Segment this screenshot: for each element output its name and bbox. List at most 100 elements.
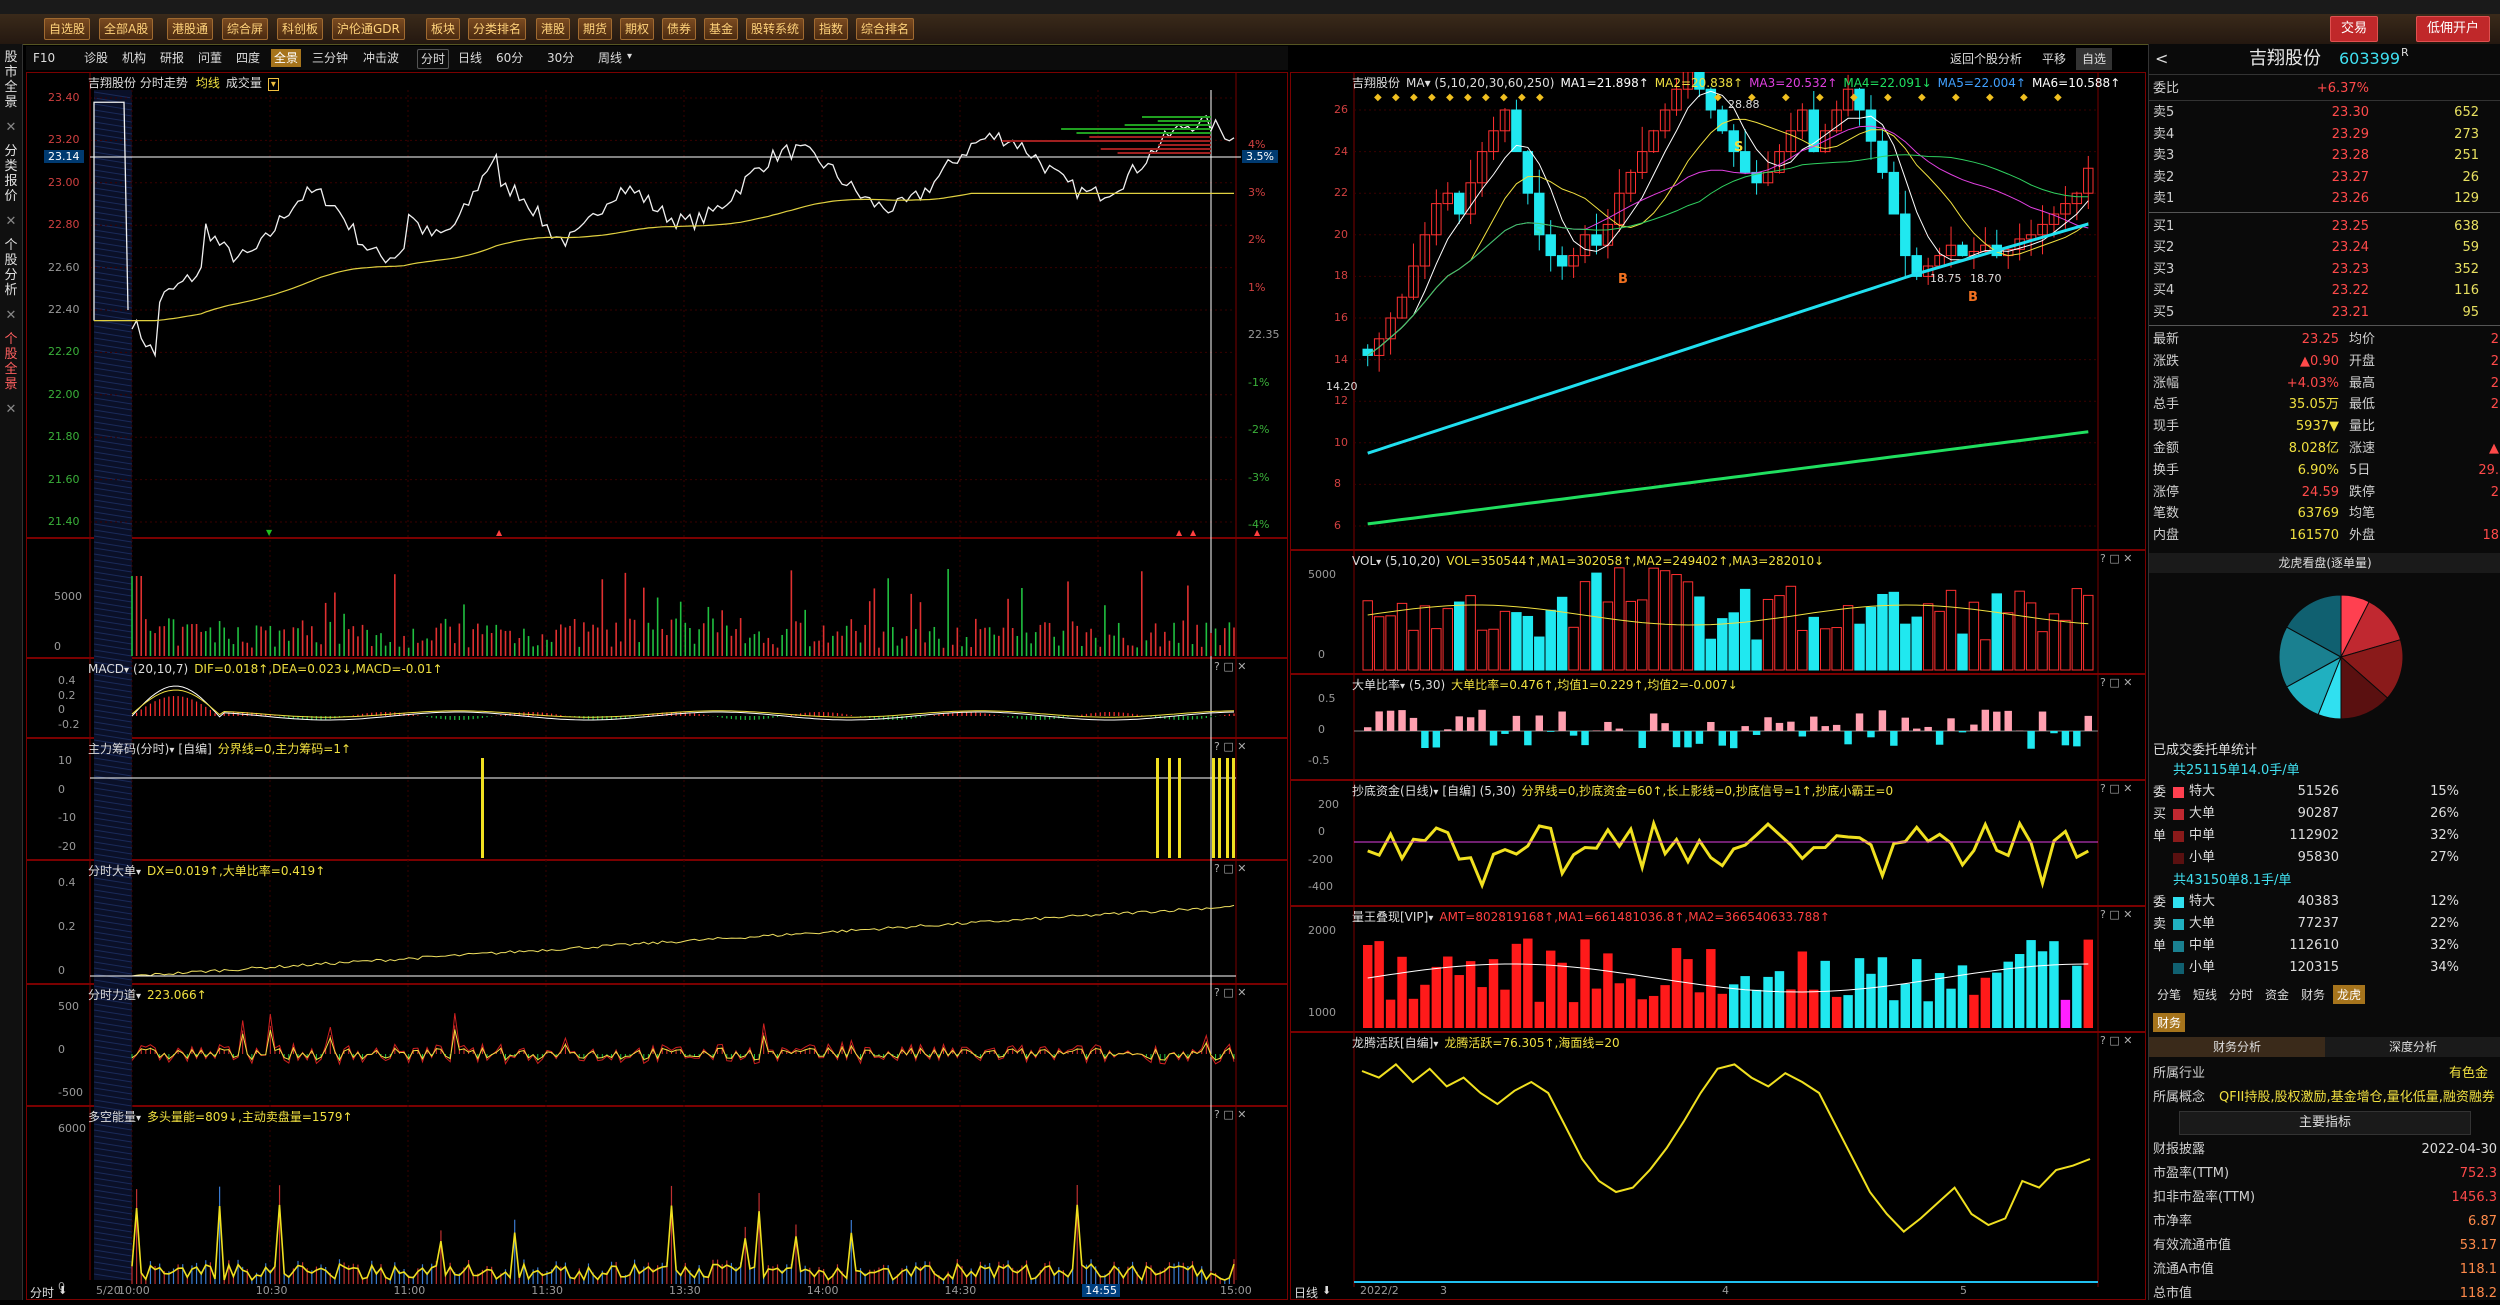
ma-params[interactable]: MA▾ (5,10,20,30,60,250) bbox=[1406, 76, 1554, 90]
panel-controls[interactable]: ? □ ✕ bbox=[1214, 740, 1246, 753]
vertical-tab[interactable]: 个股分析 bbox=[2, 238, 20, 298]
toolbar-button[interactable]: 全景 bbox=[271, 49, 301, 67]
quote-tab[interactable]: 分笔 bbox=[2153, 985, 2185, 1004]
period-selector[interactable]: 日线 bbox=[1294, 1284, 1318, 1301]
open-account-button[interactable]: 低佣开户 bbox=[2416, 16, 2490, 42]
menu-item[interactable]: 沪伦通GDR bbox=[332, 18, 405, 40]
period-selector[interactable]: 分时 bbox=[30, 1284, 54, 1301]
menu-item[interactable]: 自选股 bbox=[44, 18, 90, 40]
indicator-name[interactable]: 多空能量 bbox=[88, 1110, 136, 1124]
vertical-tab[interactable]: 分类报价 bbox=[2, 144, 20, 204]
indicator-name[interactable]: 分时力道 bbox=[88, 988, 136, 1002]
fin-subtab[interactable]: 财务分析 bbox=[2149, 1037, 2325, 1057]
panel-controls[interactable]: ? □ ✕ bbox=[1214, 862, 1246, 875]
dropdown-icon[interactable]: ▾ bbox=[268, 78, 279, 91]
chevron-down-icon[interactable]: ▾ bbox=[627, 51, 632, 62]
trade-button[interactable]: 交易 bbox=[2330, 16, 2378, 42]
chevron-down-icon[interactable]: ▾ bbox=[124, 665, 129, 676]
quote-tab[interactable]: 短线 bbox=[2189, 985, 2221, 1004]
menu-item[interactable]: 港股通 bbox=[167, 18, 213, 40]
chevron-down-icon[interactable]: ▾ bbox=[1433, 787, 1438, 798]
indicator-name[interactable]: 量王叠现[VIP] bbox=[1352, 910, 1428, 924]
menu-item[interactable]: 期权 bbox=[620, 18, 654, 40]
toolbar-button[interactable]: 三分钟 bbox=[309, 49, 351, 67]
chevron-down-icon[interactable]: ▾ bbox=[169, 745, 174, 756]
menu-item[interactable]: 指数 bbox=[814, 18, 848, 40]
menu-item[interactable]: 债券 bbox=[662, 18, 696, 40]
toolbar-button[interactable]: 30分 bbox=[544, 49, 577, 67]
menu-item[interactable]: 板块 bbox=[426, 18, 460, 40]
panel-controls[interactable]: ? □ ✕ bbox=[2100, 676, 2132, 689]
indicator-name[interactable]: 分时大单 bbox=[88, 864, 136, 878]
close-icon[interactable]: ✕ bbox=[2, 308, 20, 323]
indicator-name[interactable]: 大单比率 bbox=[1352, 678, 1400, 692]
vertical-tab[interactable]: 股市全景 bbox=[2, 50, 20, 110]
menu-item[interactable]: 期货 bbox=[578, 18, 612, 40]
toolbar-button[interactable]: 四度 bbox=[233, 49, 263, 67]
bid-row[interactable]: 买123.25638 bbox=[2149, 216, 2500, 238]
menu-item[interactable]: 综合屏 bbox=[222, 18, 268, 40]
ask-row[interactable]: 卖223.2726 bbox=[2149, 167, 2500, 189]
indicator-name[interactable]: 主力筹码(分时) bbox=[88, 742, 169, 756]
flat-button[interactable]: 平移 bbox=[2042, 48, 2066, 70]
chevron-down-icon[interactable]: ▾ bbox=[136, 991, 141, 1002]
back-chevron-icon[interactable]: < bbox=[2155, 44, 2168, 74]
menu-item[interactable]: 基金 bbox=[704, 18, 738, 40]
panel-controls[interactable]: ? □ ✕ bbox=[2100, 908, 2132, 921]
self-select-dropdown[interactable]: 自选 bbox=[2076, 48, 2112, 70]
quote-tab[interactable]: 资金 bbox=[2261, 985, 2293, 1004]
ask-row[interactable]: 卖323.28251 bbox=[2149, 145, 2500, 167]
toolbar-button[interactable]: 机构 bbox=[119, 49, 149, 67]
menu-item[interactable]: 综合排名 bbox=[856, 18, 914, 40]
panel-controls[interactable]: ? □ ✕ bbox=[1214, 1108, 1246, 1121]
toolbar-button[interactable]: 60分 bbox=[493, 49, 526, 67]
toolbar-button[interactable]: 周线 bbox=[595, 49, 625, 67]
main-index-button[interactable]: 主要指标 bbox=[2179, 1111, 2471, 1135]
panel-controls[interactable]: ? □ ✕ bbox=[2100, 782, 2132, 795]
bid-row[interactable]: 买523.2195 bbox=[2149, 302, 2500, 324]
panel-controls[interactable]: ? □ ✕ bbox=[2100, 552, 2132, 565]
quote-tab[interactable]: 龙虎 bbox=[2333, 985, 2365, 1004]
panel-controls[interactable]: ? □ ✕ bbox=[1214, 660, 1246, 673]
ask-row[interactable]: 卖523.30652 bbox=[2149, 102, 2500, 124]
chevron-down-icon[interactable]: ▾ bbox=[1400, 681, 1405, 692]
close-icon[interactable]: ✕ bbox=[2, 120, 20, 135]
toolbar-button[interactable]: 分时 bbox=[417, 49, 449, 69]
ask-row[interactable]: 卖123.26129 bbox=[2149, 188, 2500, 210]
toolbar-button[interactable]: 冲击波 bbox=[360, 49, 402, 67]
toolbar-button[interactable]: F10 bbox=[30, 49, 58, 67]
indicator-name[interactable]: VOL bbox=[1352, 554, 1376, 568]
arrow-down-icon[interactable]: ⬇ bbox=[1322, 1284, 1331, 1297]
fin-subtab[interactable]: 深度分析 bbox=[2325, 1037, 2500, 1057]
chevron-down-icon[interactable]: ▾ bbox=[1428, 913, 1433, 924]
close-icon[interactable]: ✕ bbox=[2, 214, 20, 229]
indicator-name[interactable]: 龙腾活跃[自编] bbox=[1352, 1036, 1433, 1050]
menu-item[interactable]: 科创板 bbox=[277, 18, 323, 40]
bid-row[interactable]: 买223.2459 bbox=[2149, 237, 2500, 259]
chevron-down-icon[interactable]: ▾ bbox=[1376, 557, 1381, 568]
toolbar-button[interactable]: 问董 bbox=[195, 49, 225, 67]
panel-controls[interactable]: ? □ ✕ bbox=[2100, 1034, 2132, 1047]
menu-item[interactable]: 港股 bbox=[536, 18, 570, 40]
toolbar-button[interactable]: 研报 bbox=[157, 49, 187, 67]
menu-item[interactable]: 分类排名 bbox=[468, 18, 526, 40]
bid-row[interactable]: 买423.22116 bbox=[2149, 280, 2500, 302]
ask-row[interactable]: 卖423.29273 bbox=[2149, 124, 2500, 146]
vertical-tab[interactable]: 个股全景 bbox=[2, 332, 20, 392]
quote-tab[interactable]: 分时 bbox=[2225, 985, 2257, 1004]
chevron-down-icon[interactable]: ▾ bbox=[1433, 1039, 1438, 1050]
fin-tab[interactable]: 财务 bbox=[2153, 1013, 2185, 1032]
close-icon[interactable]: ✕ bbox=[2, 402, 20, 417]
quote-tab[interactable]: 财务 bbox=[2297, 985, 2329, 1004]
toolbar-button[interactable]: 日线 bbox=[455, 49, 485, 67]
toolbar-button[interactable]: 诊股 bbox=[81, 49, 111, 67]
bid-row[interactable]: 买323.23352 bbox=[2149, 259, 2500, 281]
menu-item[interactable]: 全部A股 bbox=[99, 18, 153, 40]
panel-controls[interactable]: ? □ ✕ bbox=[1214, 986, 1246, 999]
chevron-down-icon[interactable]: ▾ bbox=[136, 867, 141, 878]
back-link[interactable]: 返回个股分析 bbox=[1950, 48, 2022, 70]
arrow-down-icon[interactable]: ⬇ bbox=[58, 1284, 67, 1297]
indicator-name[interactable]: 抄底资金(日线) bbox=[1352, 784, 1433, 798]
indicator-name[interactable]: MACD bbox=[88, 662, 124, 676]
menu-item[interactable]: 股转系统 bbox=[746, 18, 804, 40]
